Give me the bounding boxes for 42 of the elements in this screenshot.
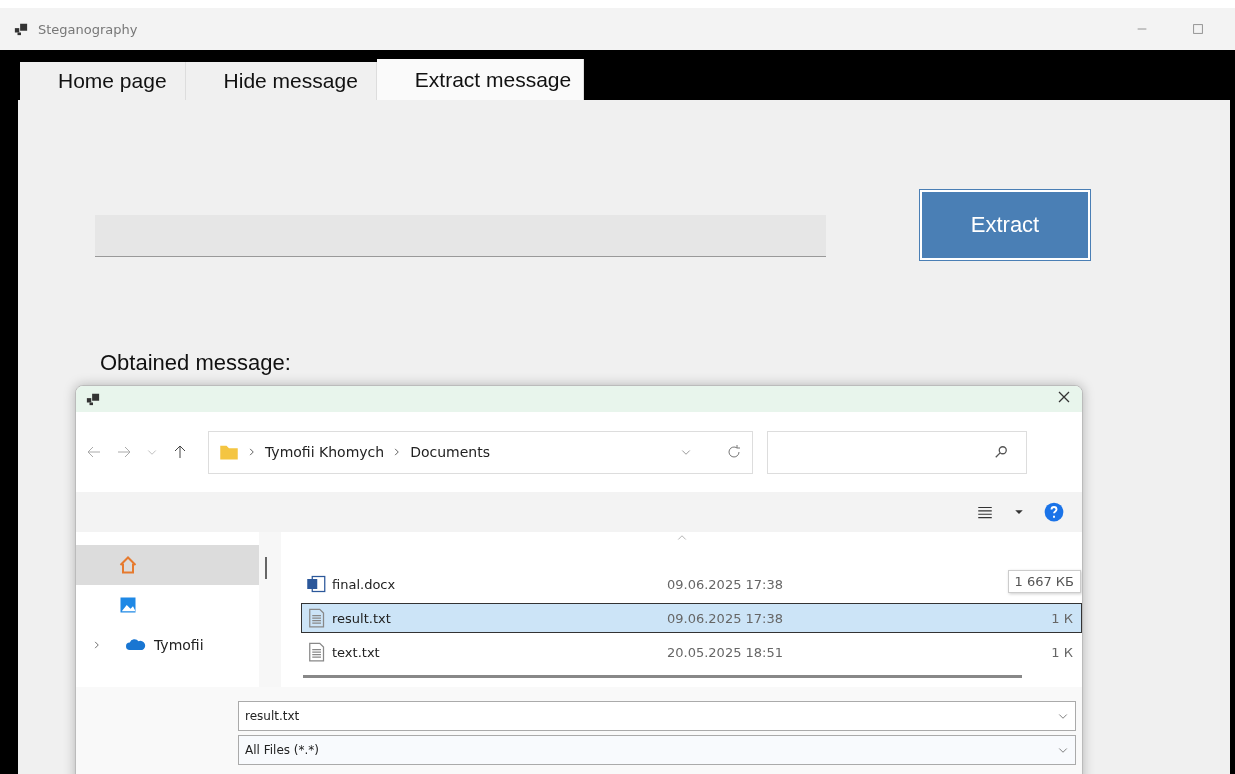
- tab[interactable]: Extract message: [376, 59, 585, 100]
- size-tooltip: 1 667 КБ: [1007, 570, 1081, 593]
- picture-icon: [118, 595, 138, 615]
- file-type-combo[interactable]: All Files (*.*): [238, 735, 1076, 765]
- file-name: text.txt: [332, 644, 381, 660]
- chevron-right-icon: [247, 447, 257, 457]
- file-row[interactable]: final.docx 09.06.2025 17:38 1 667 КБ: [301, 569, 1082, 599]
- file-date: 20.05.2025 18:51: [667, 644, 785, 660]
- address-bar[interactable]: Tymofii Khomych Documents: [208, 430, 753, 474]
- splitter-handle[interactable]: [265, 557, 267, 579]
- extract-button[interactable]: Extract: [920, 190, 1090, 260]
- obtained-message-label: Obtained message:: [100, 350, 292, 376]
- help-icon: [1044, 502, 1064, 522]
- file-date: 09.06.2025 17:38: [667, 610, 785, 626]
- text-file-icon: [306, 642, 326, 662]
- file-row[interactable]: text.txt 20.05.2025 18:51 1 К: [301, 637, 1082, 667]
- file-name: result.txt: [332, 610, 392, 626]
- file-size: 1 К: [1051, 644, 1074, 660]
- search-field[interactable]: [767, 430, 1027, 474]
- up-arrow-icon: [172, 444, 188, 460]
- home-icon: [118, 555, 138, 575]
- expand-chevron-icon: [92, 640, 102, 650]
- forward-arrow-icon: [116, 444, 132, 460]
- breadcrumb-item[interactable]: Tymofii Khomych: [265, 444, 385, 460]
- app-icon: [86, 392, 100, 406]
- file-path-field[interactable]: [95, 215, 826, 257]
- back-arrow-icon: [86, 444, 102, 460]
- refresh-icon: [726, 444, 742, 460]
- tab[interactable]: Home page: [20, 62, 186, 100]
- breadcrumb-item[interactable]: Documents: [410, 444, 490, 460]
- file-name-combo[interactable]: result.txt: [238, 701, 1076, 731]
- file-date: 09.06.2025 17:38: [667, 576, 785, 592]
- text-file-icon: [306, 608, 326, 628]
- word-document-icon: [306, 574, 326, 594]
- file-row[interactable]: result.txt 09.06.2025 17:38 1 К: [301, 603, 1082, 633]
- search-icon: [994, 445, 1008, 459]
- window-title: Steganography: [38, 21, 139, 37]
- tab[interactable]: Hide message: [185, 62, 377, 100]
- file-size: 1 К: [1051, 610, 1074, 626]
- file-name: final.docx: [332, 576, 397, 592]
- app-icon: [14, 22, 28, 36]
- sidebar-item[interactable]: Tymofii: [76, 625, 259, 665]
